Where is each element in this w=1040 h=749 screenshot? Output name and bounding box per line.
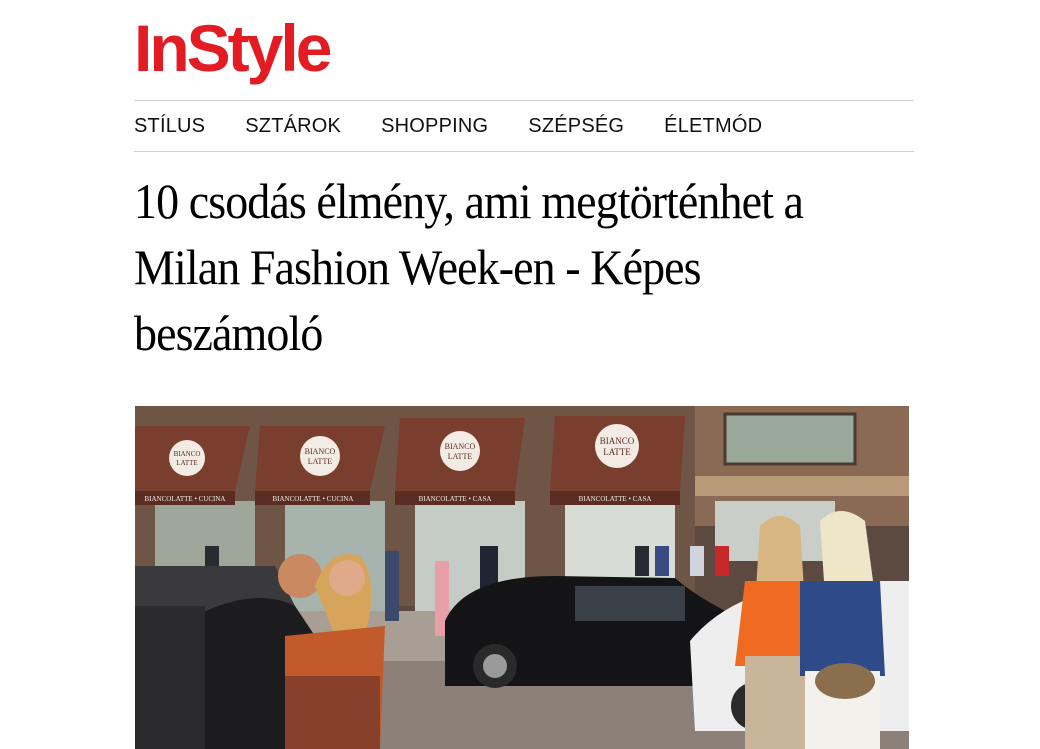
awning-logo-text-1: BIANCO xyxy=(174,450,201,458)
awning-logo-text-2: BIANCO xyxy=(305,447,336,456)
awning-logo-text-2b: LATTE xyxy=(308,457,333,466)
awning-logo-text-3b: LATTE xyxy=(448,452,473,461)
nav-item-sztarok[interactable]: SZTÁROK xyxy=(245,115,341,138)
awning-logo-text-3: BIANCO xyxy=(445,442,476,451)
article-title: 10 csodás élmény, ami megtörténhet a Mil… xyxy=(134,173,804,361)
instyle-logo[interactable]: InStyle xyxy=(134,8,332,88)
awning-caption-2: BIANCOLATTE • CUCINA xyxy=(272,495,353,503)
awning-caption-4: BIANCOLATTE • CASA xyxy=(579,495,652,503)
nav-item-shopping[interactable]: SHOPPING xyxy=(381,115,488,138)
hero-photo[interactable]: BIANCO LATTE BIANCO LATTE BIANCO LATTE B… xyxy=(135,406,909,749)
awning-logo-text-4: BIANCO xyxy=(600,436,635,446)
nav-item-szepseg[interactable]: SZÉPSÉG xyxy=(528,115,624,138)
awning-caption-1: BIANCOLATTE • CUCINA xyxy=(144,495,225,503)
nav-item-stilus[interactable]: STÍLUS xyxy=(134,115,205,138)
awning-logo-text-1b: LATTE xyxy=(176,459,197,467)
nav-item-eletmod[interactable]: ÉLETMÓD xyxy=(664,115,762,138)
awning-caption-3: BIANCOLATTE • CASA xyxy=(419,495,492,503)
awning-logo-text-4b: LATTE xyxy=(603,447,631,457)
street-scene-illustration: BIANCO LATTE BIANCO LATTE BIANCO LATTE B… xyxy=(135,406,909,749)
main-nav: STÍLUS SZTÁROK SHOPPING SZÉPSÉG ÉLETMÓD xyxy=(134,100,914,152)
